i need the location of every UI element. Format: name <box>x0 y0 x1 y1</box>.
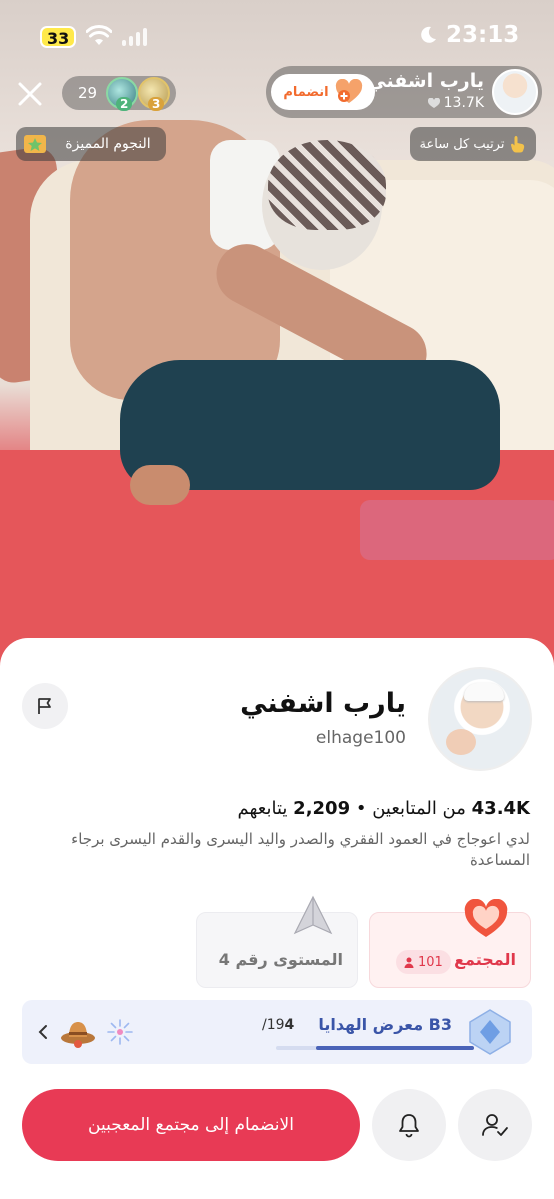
viewer-count: 29 <box>78 84 98 102</box>
gift-gallery[interactable]: B3 معرض الهدايا /194 <box>22 1000 532 1064</box>
close-icon[interactable] <box>14 78 46 110</box>
follow-stats[interactable]: 43.4K من المتابعين • 2,209 يتابعهم <box>238 798 530 819</box>
hat-gift-icon <box>61 1022 95 1048</box>
community-members-count: 101 <box>418 954 443 970</box>
gift-gallery-progress: /194 <box>262 1017 294 1033</box>
community-card[interactable]: المجتمع 101 <box>369 899 531 988</box>
hourly-rank-label: ترتيب كل ساعة <box>419 136 505 152</box>
gift-progress-total: /19 <box>262 1017 285 1033</box>
bell-icon <box>399 1114 419 1138</box>
top-viewer-avatar[interactable]: 3 <box>138 77 170 111</box>
gift-gallery-title: B3 معرض الهدايا <box>318 1015 452 1034</box>
battery-level: 33 <box>40 26 77 48</box>
notify-button[interactable] <box>372 1089 446 1161</box>
following-count: 2,209 <box>293 798 351 819</box>
person-icon <box>404 957 414 968</box>
status-time: 23:13 <box>446 22 520 48</box>
level-label: المستوى رقم 4 <box>218 950 343 969</box>
profile-name: يارب اشفني <box>240 688 406 719</box>
followers-label: من المتابعين <box>372 798 466 819</box>
heart-mascot-icon <box>464 899 508 937</box>
featured-stars-button[interactable]: النجوم المميزة <box>16 127 166 161</box>
gift-progress-bar <box>276 1046 474 1050</box>
gift-progress-current: 4 <box>284 1017 295 1033</box>
video-person-foot <box>130 465 190 505</box>
profile-avatar[interactable] <box>428 667 532 771</box>
star-badge-icon <box>24 135 46 153</box>
profile-bio: لدي اعوجاج في العمود الفقري والصدر واليد… <box>71 830 530 869</box>
person-check-icon <box>482 1114 508 1136</box>
gift-progress-fill <box>315 1046 474 1050</box>
profile-handle: elhage100 <box>315 728 406 748</box>
signal-icon <box>122 28 147 46</box>
hand-icon <box>511 136 525 153</box>
join-fan-community-label: الانضمام إلى مجتمع المعجبين <box>88 1115 294 1135</box>
paper-plane-icon <box>293 895 333 935</box>
join-button[interactable]: انضمام <box>271 74 375 110</box>
join-fan-community-button[interactable]: الانضمام إلى مجتمع المعجبين <box>22 1089 360 1161</box>
flag-icon <box>38 698 51 714</box>
join-button-label: انضمام <box>283 84 329 100</box>
top-viewer-avatar[interactable]: 2 <box>106 77 138 111</box>
avatar-hands <box>446 729 476 755</box>
following-button[interactable] <box>458 1089 532 1161</box>
top-viewer-rank: 3 <box>148 97 165 111</box>
followers-count: 43.4K <box>471 798 530 819</box>
chevron-left-icon[interactable] <box>36 1022 50 1042</box>
host-name: يارب اشفني <box>367 70 484 92</box>
host-likes: 13.7K <box>427 95 484 111</box>
status-bar: 33 23:13 <box>0 0 554 70</box>
like-heart-icon <box>427 97 440 108</box>
host-avatar[interactable] <box>492 69 538 115</box>
report-button[interactable] <box>22 683 68 729</box>
host-info[interactable]: انضمام يارب اشفني 13.7K <box>266 66 542 118</box>
community-members: 101 <box>396 950 451 974</box>
status-clock: 23:13 <box>418 22 519 48</box>
stats-separator: • <box>355 798 367 819</box>
avatar-cap <box>464 683 504 701</box>
firework-gift-icon <box>107 1019 133 1045</box>
viewer-list[interactable]: 29 2 3 <box>62 76 176 111</box>
host-likes-count: 13.7K <box>443 95 484 111</box>
following-label: يتابعهم <box>237 798 288 819</box>
video-bedcover-pattern <box>360 500 554 560</box>
featured-stars-label: النجوم المميزة <box>65 136 151 152</box>
wifi-icon <box>86 25 112 45</box>
hourly-rank-button[interactable]: ترتيب كل ساعة <box>410 127 536 161</box>
top-viewer-rank: 2 <box>116 97 133 111</box>
moon-icon <box>421 26 436 43</box>
heart-plus-icon <box>335 79 362 103</box>
video-person-headscarf <box>268 140 386 230</box>
community-label: المجتمع <box>454 950 516 969</box>
level-card[interactable]: المستوى رقم 4 <box>196 895 358 988</box>
